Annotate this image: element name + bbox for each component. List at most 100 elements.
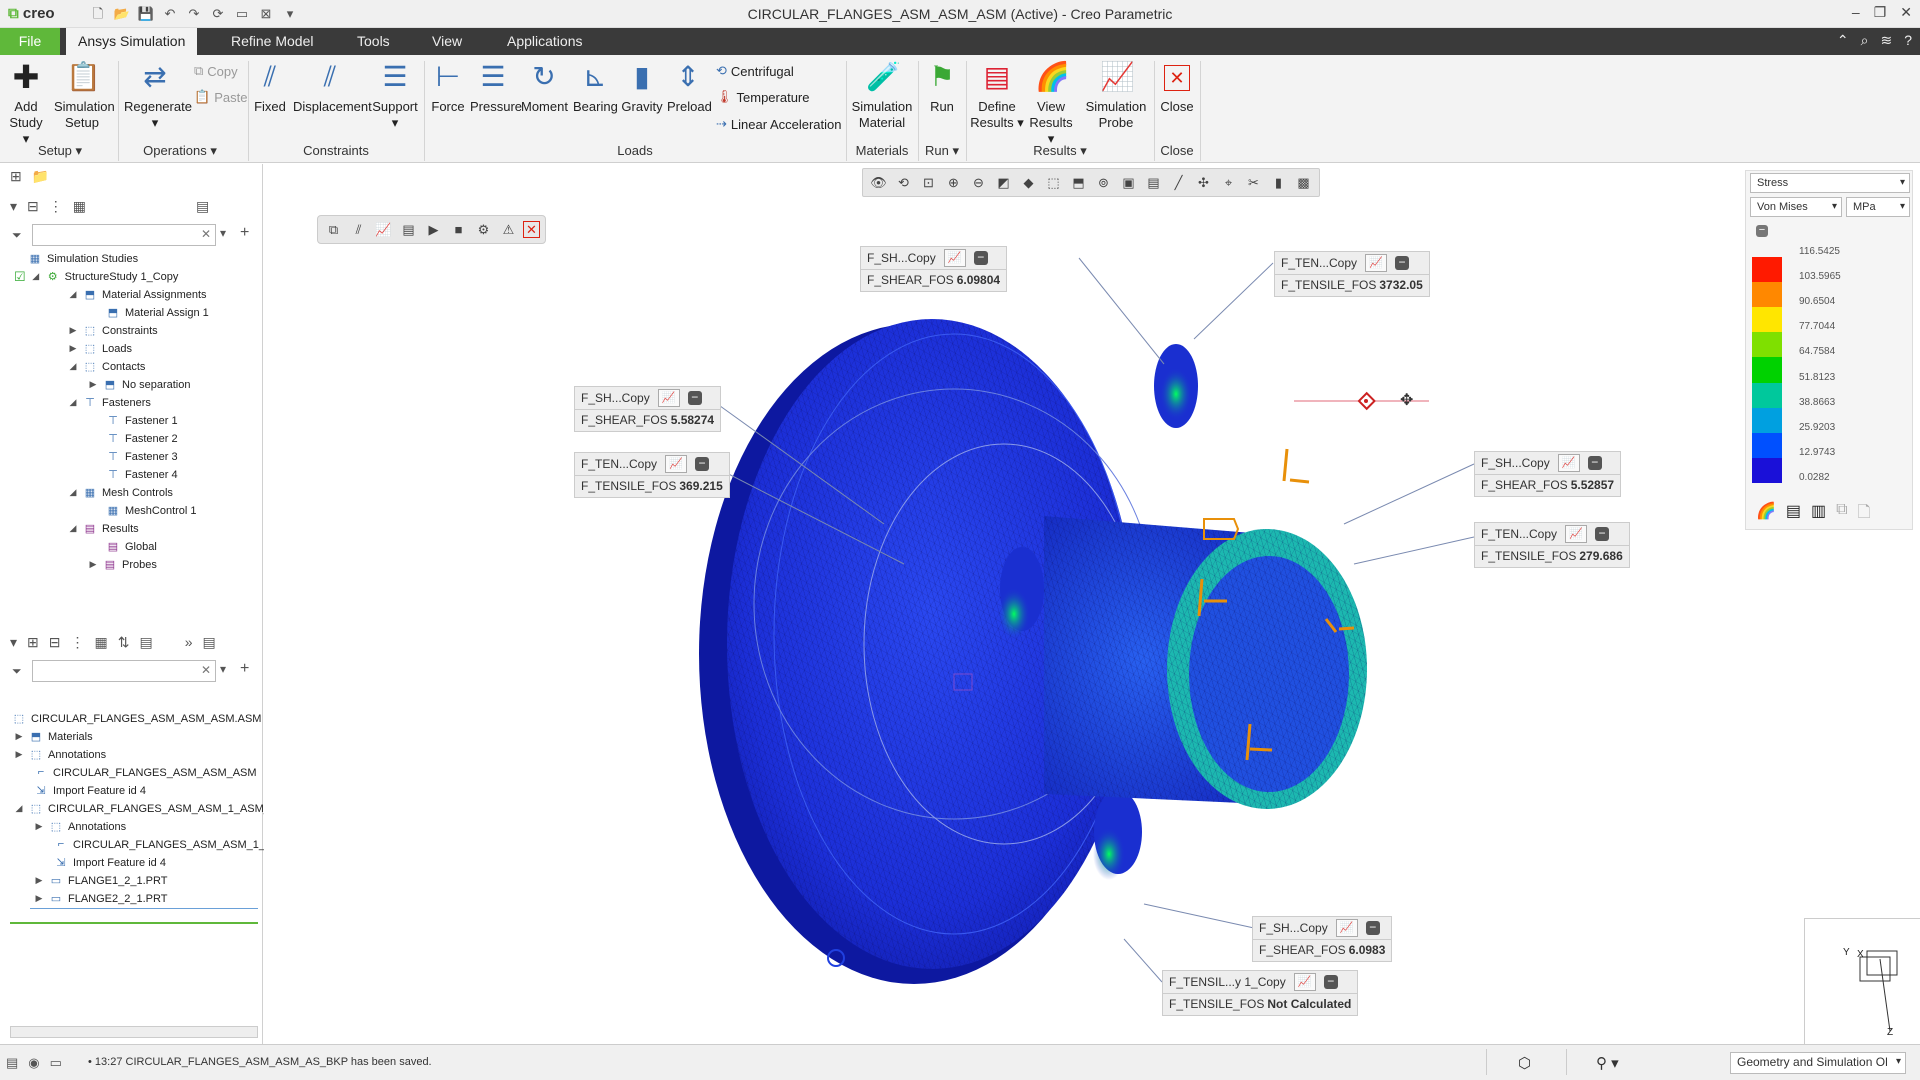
probe-callout[interactable]: F_SH...Copy 📈 − F_SHEAR_FOS 6.0983 [1252, 916, 1393, 962]
collapse-ribbon-icon[interactable]: ⌃ [1837, 32, 1849, 49]
tree-item-annotations[interactable]: ▶ ⬚ Annotations [14, 746, 107, 763]
tree-item-mesh-controls[interactable]: ◢ ▦ Mesh Controls [68, 484, 173, 501]
search-dropdown-icon[interactable]: ▾ [220, 662, 226, 676]
tree-item-materials[interactable]: ▶ ⬒ Materials [14, 728, 93, 745]
message-log-icon[interactable]: ▤ [6, 1055, 18, 1071]
tree-sort-icon[interactable]: ⇅ [118, 634, 130, 651]
tree-expand-icon[interactable]: ⋮ [71, 634, 85, 651]
selection-filter-select[interactable]: Geometry and Simulation Ol [1730, 1052, 1906, 1074]
tree-item-fastener-2[interactable]: ⊤ Fastener 2 [106, 430, 177, 447]
tree-item-constraints[interactable]: ▶ ⬚ Constraints [68, 322, 158, 339]
expand-icon[interactable]: ▶ [68, 343, 78, 354]
probe-callout[interactable]: F_TENSIL...y 1_Copy 📈 − F_TENSILE_FOS Not C… [1162, 970, 1359, 1016]
gravity-button[interactable]: ▮ Gravity [621, 59, 663, 115]
tree-expand-icon[interactable]: ⋮ [49, 198, 63, 215]
component-select[interactable]: Von Mises [1750, 197, 1842, 217]
collapse-icon[interactable]: − [973, 251, 988, 265]
graph-icon[interactable]: 📈 [1293, 973, 1316, 991]
tree-item-no-separation[interactable]: ▶ ⬒ No separation [88, 376, 191, 393]
model-tree-icon[interactable]: ⊞ [27, 634, 39, 651]
tab-view[interactable]: View [420, 28, 474, 55]
tree-item-subassembly[interactable]: ◢ ⬚ CIRCULAR_FLANGES_ASM_ASM_1_ASM_A [14, 800, 278, 817]
view-results-button[interactable]: 🌈 View Results ▾ [1026, 59, 1076, 147]
collapse-icon[interactable]: ◢ [31, 271, 41, 282]
simulation-probe-button[interactable]: 📈 Simulation Probe [1080, 59, 1152, 131]
temperature-button[interactable]: 🌡 Temperature [716, 89, 810, 105]
tree-filter-icon[interactable]: ⊟ [27, 198, 39, 215]
tree-item-global[interactable]: ▤ Global [106, 538, 157, 555]
graph-icon[interactable]: 📈 [1365, 254, 1388, 272]
tab-ansys-simulation[interactable]: Ansys Simulation [66, 28, 198, 55]
group-results-label[interactable]: Results ▾ [1020, 143, 1100, 159]
group-run-label[interactable]: Run ▾ [922, 143, 962, 159]
tree-item-loads[interactable]: ▶ ⬚ Loads [68, 340, 132, 357]
tab-tools[interactable]: Tools [345, 28, 402, 55]
close-icon[interactable]: ✕ [1900, 4, 1912, 21]
result-type-select[interactable]: Stress [1750, 173, 1910, 193]
probe-callout[interactable]: F_TEN...Copy 📈 − F_TENSILE_FOS 369.215 [574, 452, 730, 498]
filter-icon[interactable]: ⏷ [12, 228, 22, 243]
selection-filter-icon[interactable]: ⚲ ▾ [1596, 1054, 1619, 1072]
collapse-icon[interactable]: − [1395, 256, 1410, 270]
tree-item-simulation-studies[interactable]: ▦ Simulation Studies [28, 250, 138, 267]
tree-item-material-assign-1[interactable]: ⬒ Material Assign 1 [106, 304, 209, 321]
collapse-icon[interactable]: ◢ [68, 289, 78, 300]
add-icon[interactable]: + [240, 224, 249, 242]
tree-columns-icon[interactable]: ▦ [73, 198, 86, 215]
moment-button[interactable]: ↻ Moment [521, 59, 568, 115]
simulation-material-button[interactable]: 🧪 Simulation Material [850, 59, 914, 131]
study-tree-search-input[interactable]: ✕ [32, 224, 216, 246]
graph-icon[interactable]: 📈 [1557, 454, 1580, 472]
tree-item-probes[interactable]: ▶ ▤ Probes [88, 556, 157, 573]
expand-icon[interactable]: ▶ [14, 749, 24, 760]
collapse-legend-icon[interactable]: − [1756, 225, 1768, 237]
pressure-button[interactable]: ☰ Pressure [470, 59, 522, 115]
graph-icon[interactable]: 📈 [1565, 525, 1588, 543]
layers-icon[interactable]: ≋ [1880, 32, 1892, 49]
graph-icon[interactable]: 📈 [1335, 919, 1358, 937]
expand-icon[interactable]: ▶ [68, 325, 78, 336]
graph-icon[interactable]: 📈 [943, 249, 966, 267]
paste-button[interactable]: 📋 Paste [194, 89, 247, 105]
legend-color-icon[interactable]: 🌈 [1756, 501, 1776, 528]
collapse-icon[interactable]: − [1595, 527, 1610, 541]
group-setup-label[interactable]: Setup ▾ [30, 143, 90, 159]
tree-columns-icon[interactable]: ▦ [95, 634, 108, 651]
tree-item-structure-study[interactable]: ☑ ◢ ⚙ StructureStudy 1_Copy [14, 268, 178, 285]
tree-item-fastener-1[interactable]: ⊤ Fastener 1 [106, 412, 177, 429]
regenerate-button[interactable]: ⇄ Regenerate ▾ [124, 59, 192, 131]
tree-item-root-assembly[interactable]: ⬚ CIRCULAR_FLANGES_ASM_ASM_ASM.ASM [12, 710, 262, 727]
legend-scale-icon[interactable]: ▤ [1786, 501, 1801, 528]
collapse-icon[interactable]: ◢ [68, 523, 78, 534]
insert-indicator[interactable] [30, 908, 258, 909]
add-icon[interactable]: + [240, 660, 249, 678]
collapse-icon[interactable]: − [1587, 456, 1602, 470]
legend-copy-icon[interactable]: ⧉ [1836, 501, 1847, 528]
fixed-button[interactable]: ⫽ Fixed [252, 59, 288, 115]
graph-icon[interactable]: 📈 [657, 389, 680, 407]
full-screen-icon[interactable]: ▭ [50, 1055, 62, 1071]
tree-settings-icon[interactable]: ▤ [139, 634, 152, 651]
expand-icon[interactable]: ▶ [34, 875, 44, 886]
collapse-icon[interactable]: − [1323, 975, 1338, 989]
add-study-button[interactable]: ✚ Add Study ▾ [6, 59, 46, 147]
collapse-icon[interactable]: ◢ [68, 487, 78, 498]
define-results-button[interactable]: ▤ Define Results ▾ [970, 59, 1024, 131]
clear-icon[interactable]: ✕ [201, 663, 211, 677]
expand-icon[interactable]: ▶ [34, 893, 44, 904]
flange-hub[interactable] [1044, 516, 1367, 809]
tab-refine-model[interactable]: Refine Model [219, 28, 326, 55]
collapse-icon[interactable]: ◢ [14, 803, 24, 814]
tree-item-contacts[interactable]: ◢ ⬚ Contacts [68, 358, 146, 375]
tree-item-results[interactable]: ◢ ▤ Results [68, 520, 139, 537]
tree-item-sub-annotations[interactable]: ▶ ⬚ Annotations [34, 818, 127, 835]
run-button[interactable]: ⚑ Run [922, 59, 962, 115]
probe-callout[interactable]: F_TEN...Copy 📈 − F_TENSILE_FOS 279.686 [1474, 522, 1630, 568]
smart-select-icon[interactable]: ⬡ [1518, 1054, 1531, 1072]
legend-spectrum-icon[interactable]: ▥ [1811, 501, 1826, 528]
tree-item-csys[interactable]: ⌐ CIRCULAR_FLANGES_ASM_ASM_ASM [34, 764, 257, 781]
tree-filter-icon[interactable]: ⊟ [49, 634, 61, 651]
tree-item-sub-import-feature[interactable]: ⇲ Import Feature id 4 [54, 854, 166, 871]
tree-item-fasteners[interactable]: ◢ ⊤ Fasteners [68, 394, 151, 411]
checkbox-checked-icon[interactable]: ☑ [14, 269, 26, 285]
